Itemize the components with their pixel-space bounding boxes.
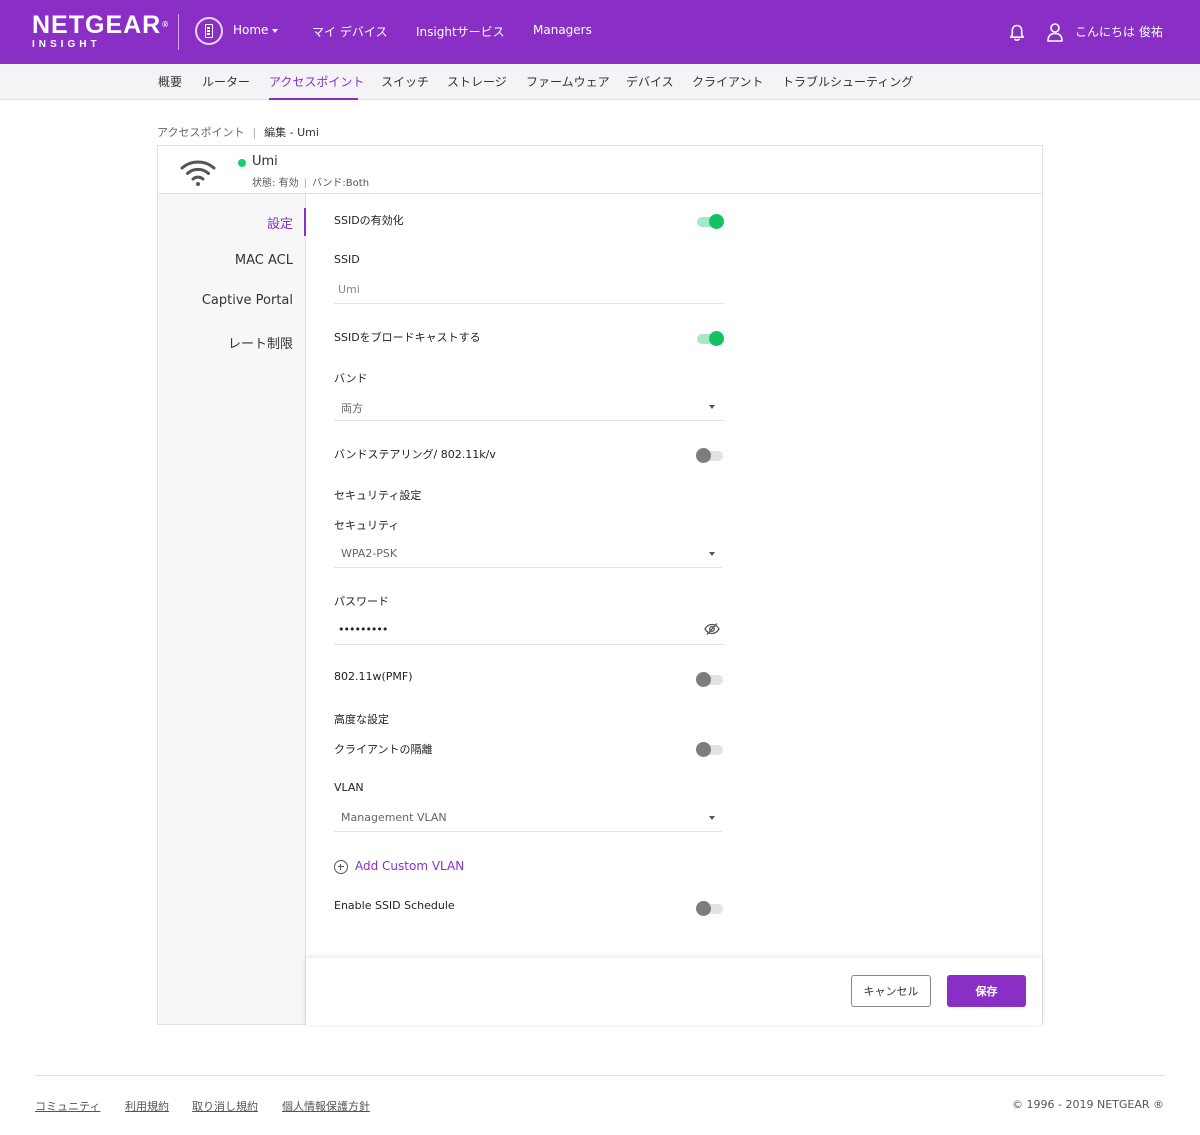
ssid-status: 状態: 有効	[252, 178, 299, 189]
footer-link-community[interactable]: コミュニティ	[35, 1098, 100, 1114]
chevron-down-icon[interactable]	[709, 405, 715, 409]
vlan-select[interactable]: Management VLAN	[341, 811, 447, 824]
tab-access-point[interactable]: アクセスポイント	[269, 73, 364, 90]
client-isolation-toggle[interactable]	[696, 742, 723, 757]
copyright: © 1996 - 2019 NETGEAR ®	[1012, 1098, 1164, 1111]
sidebar-active-indicator	[304, 208, 306, 236]
nav-insight-services[interactable]: Insightサービス	[416, 23, 505, 40]
section-tabs: 概要 ルーター アクセスポイント スイッチ ストレージ ファームウェア デバイス…	[0, 64, 1200, 100]
top-header: NETGEAR® INSIGHT Home マイ デバイス Insightサービ…	[0, 0, 1200, 64]
eye-slash-icon[interactable]	[704, 622, 720, 636]
breadcrumb: アクセスポイント | 編集 - Umi	[157, 126, 319, 139]
user-icon[interactable]	[1046, 22, 1064, 42]
ssid-header: Umi 状態: 有効 | バンド:Both	[158, 146, 1042, 194]
tab-troubleshooting[interactable]: トラブルシューティング	[782, 73, 913, 90]
tab-clients[interactable]: クライアント	[692, 73, 764, 90]
ssid-input[interactable]: Umi	[338, 283, 360, 296]
breadcrumb-parent[interactable]: アクセスポイント	[157, 126, 244, 139]
bell-icon[interactable]	[1009, 24, 1025, 42]
ssid-label: SSID	[334, 253, 360, 266]
ssid-band: バンド:Both	[311, 178, 370, 189]
status-dot	[238, 159, 246, 167]
security-label: セキュリティ	[334, 519, 400, 532]
user-greeting[interactable]: こんにちは 俊祐	[1075, 23, 1163, 40]
advanced-section-title: 高度な設定	[334, 713, 389, 726]
breadcrumb-current: 編集 - Umi	[264, 126, 319, 139]
footer-link-cancellation[interactable]: 取り消し規約	[192, 1098, 258, 1114]
footer-link-terms[interactable]: 利用規約	[125, 1098, 169, 1114]
ssid-schedule-label: Enable SSID Schedule	[334, 899, 455, 912]
footer-divider	[35, 1075, 1165, 1076]
wifi-icon	[180, 160, 216, 186]
chevron-down-icon[interactable]	[709, 816, 715, 820]
sidebar-item-mac-acl[interactable]: MAC ACL	[235, 253, 293, 268]
tab-switch[interactable]: スイッチ	[381, 73, 429, 90]
chevron-down-icon[interactable]	[709, 552, 715, 556]
chevron-down-icon	[272, 28, 279, 33]
client-isolation-label: クライアントの隔離	[334, 743, 433, 756]
tab-router[interactable]: ルーター	[202, 73, 250, 90]
ssid-enable-toggle[interactable]	[697, 214, 724, 229]
tab-firmware[interactable]: ファームウェア	[526, 73, 610, 90]
band-select[interactable]: 両方	[341, 400, 363, 416]
header-divider	[178, 14, 179, 50]
band-label: バンド	[334, 372, 368, 385]
pmf-toggle[interactable]	[696, 672, 723, 687]
netgear-insight-logo[interactable]: NETGEAR® INSIGHT	[32, 12, 169, 51]
ssid-schedule-toggle[interactable]	[696, 901, 723, 916]
broadcast-toggle[interactable]	[697, 331, 724, 346]
location-building-icon[interactable]	[195, 17, 223, 45]
nav-my-devices[interactable]: マイ デバイス	[312, 23, 387, 40]
security-section-title: セキュリティ設定	[334, 489, 422, 502]
ssid-edit-card: Umi 状態: 有効 | バンド:Both 設定 MAC ACL Captive P…	[157, 145, 1043, 1025]
tab-overview[interactable]: 概要	[158, 73, 182, 90]
footer-link-privacy[interactable]: 個人情報保護方針	[282, 1098, 370, 1114]
sidebar-item-captive-portal[interactable]: Captive Portal	[202, 293, 293, 308]
sidebar-item-rate-limit[interactable]: レート制限	[228, 333, 293, 352]
password-label: パスワード	[334, 595, 389, 608]
security-select[interactable]: WPA2-PSK	[341, 547, 397, 560]
broadcast-label: SSIDをブロードキャストする	[334, 331, 481, 344]
plus-circle-icon[interactable]	[334, 860, 348, 874]
active-tab-indicator	[269, 98, 358, 100]
password-input[interactable]: •••••••••	[338, 623, 388, 636]
pmf-label: 802.11w(PMF)	[334, 670, 413, 683]
logo-brand: NETGEAR®	[32, 11, 170, 39]
ssid-name: Umi	[252, 154, 278, 169]
add-custom-vlan-link[interactable]: Add Custom VLAN	[355, 859, 464, 873]
tab-storage[interactable]: ストレージ	[447, 73, 507, 90]
band-steering-toggle[interactable]	[696, 448, 723, 463]
tab-devices[interactable]: デバイス	[626, 73, 674, 90]
form-action-bar	[306, 958, 1042, 1025]
nav-managers[interactable]: Managers	[533, 23, 592, 37]
save-button[interactable]: 保存	[947, 975, 1026, 1007]
band-steering-label: バンドステアリング/ 802.11k/v	[334, 448, 496, 461]
logo-product: INSIGHT	[32, 39, 101, 50]
ssid-enable-label: SSIDの有効化	[334, 214, 404, 227]
cancel-button[interactable]: キャンセル	[851, 975, 931, 1007]
settings-sidebar: 設定 MAC ACL Captive Portal レート制限	[158, 194, 306, 1024]
ssid-meta: 状態: 有効 | バンド:Both	[252, 178, 370, 189]
home-location-dropdown[interactable]: Home	[233, 23, 279, 37]
sidebar-item-settings[interactable]: 設定	[267, 213, 293, 232]
vlan-label: VLAN	[334, 781, 364, 794]
